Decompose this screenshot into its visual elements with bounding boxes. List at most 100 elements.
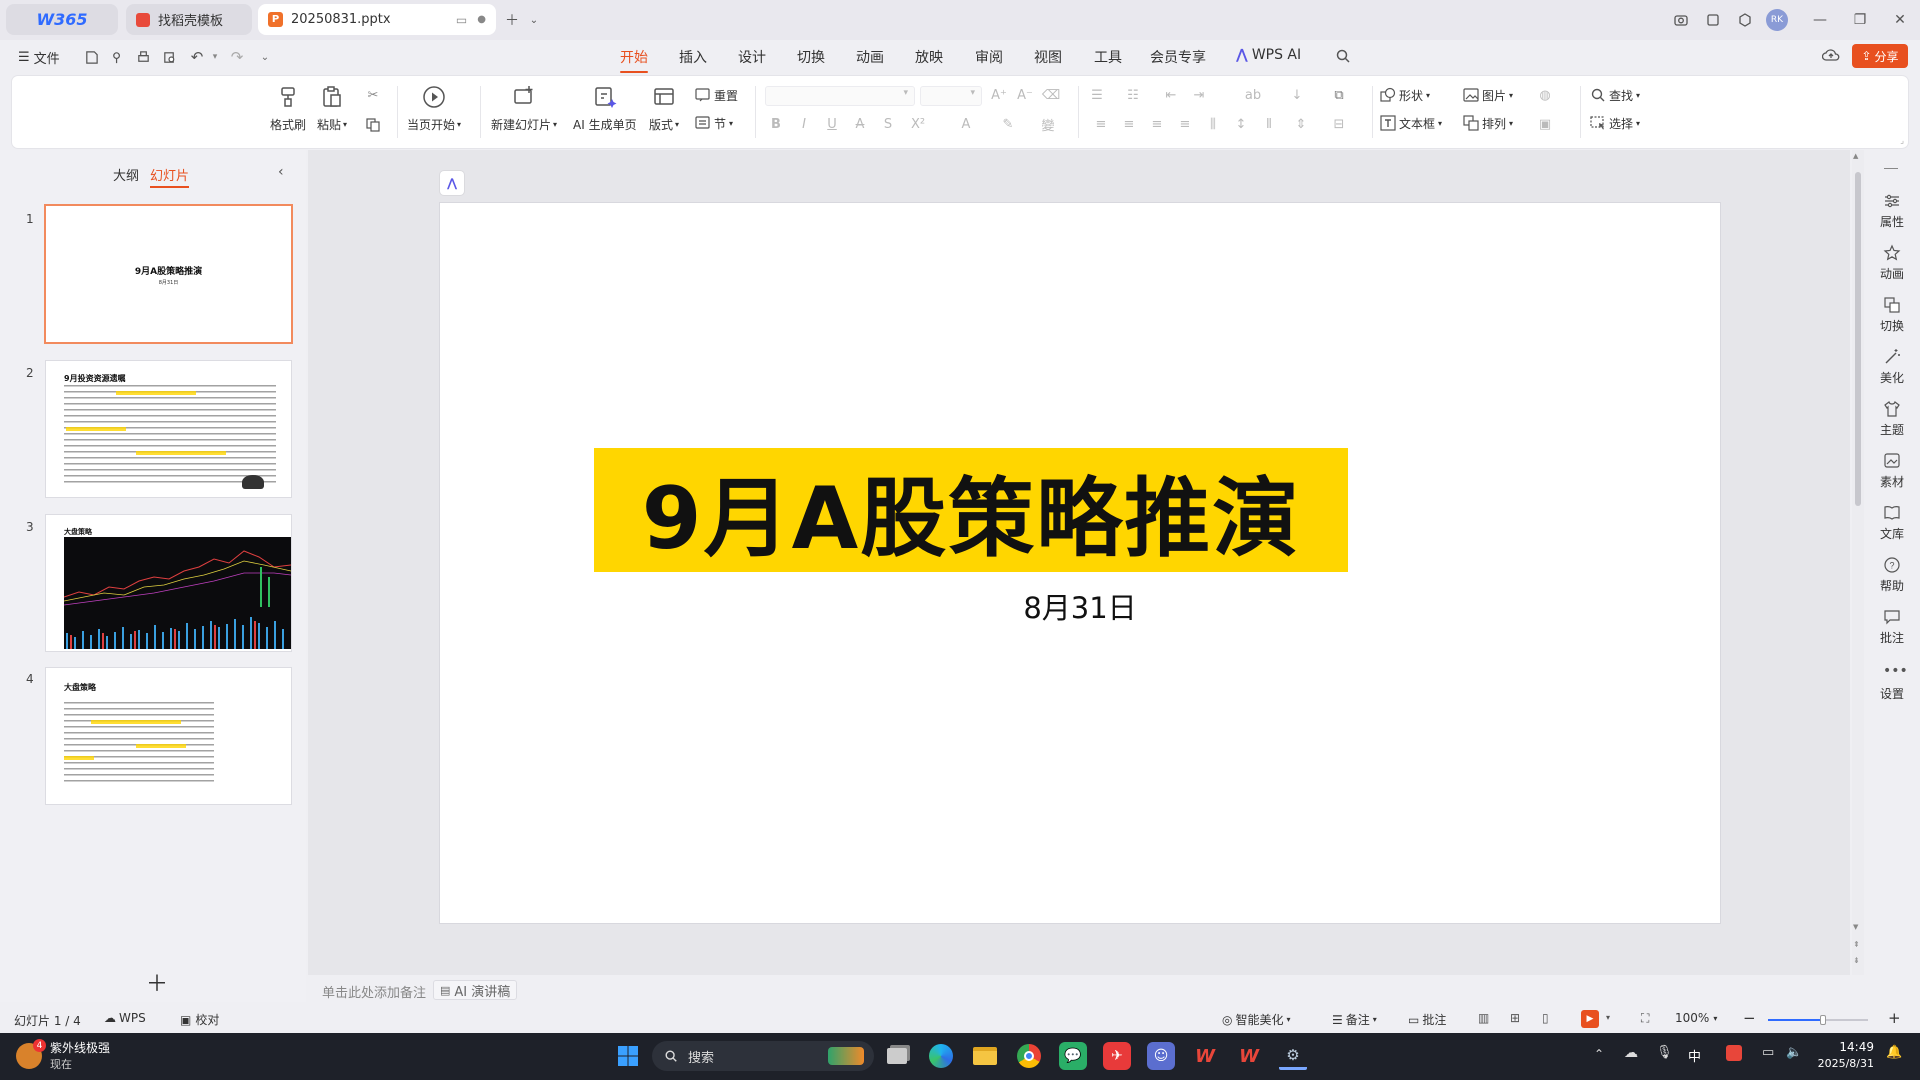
underline-icon[interactable]: U — [823, 115, 841, 133]
scroll-up-icon[interactable]: ▲ — [1853, 152, 1858, 160]
bold-icon[interactable]: B — [767, 115, 785, 133]
new-tab-plus-icon[interactable]: ＋ — [500, 8, 524, 32]
ai-speech-script-button[interactable]: ▤ AI 演讲稿 — [433, 980, 518, 1000]
sidebar-item-transition[interactable]: 切换 — [1864, 296, 1920, 334]
windows-start-icon[interactable] — [614, 1042, 642, 1070]
app-avatar-icon[interactable]: ☺ — [1147, 1042, 1175, 1070]
superscript-icon[interactable]: X² — [909, 115, 927, 133]
ai-single-page-button[interactable]: AI 生成单页 — [573, 84, 637, 133]
scroll-down-icon[interactable]: ▼ — [1853, 923, 1858, 931]
file-menu[interactable]: ☰ 文件 — [18, 48, 60, 67]
increase-indent-icon[interactable]: ⇥ — [1190, 86, 1208, 104]
sogou-ime-icon[interactable] — [1726, 1045, 1742, 1061]
strikethrough-icon[interactable]: A — [851, 115, 869, 133]
wps-ai-assist-icon[interactable]: ⋀ — [440, 171, 464, 195]
highlight-icon[interactable]: ✎ — [999, 115, 1017, 133]
zoom-level-select[interactable]: 100% ▾ — [1675, 1011, 1717, 1025]
font-family-select[interactable]: ▾ — [765, 86, 915, 106]
export-pdf-icon[interactable] — [108, 48, 126, 66]
notification-center-icon[interactable]: 🔔 — [1886, 1045, 1902, 1060]
sidebar-item-library[interactable]: 文库 — [1864, 504, 1920, 542]
new-slide-button[interactable]: 新建幻灯片 ▾ — [491, 84, 557, 133]
tab-wps-ai[interactable]: ⋀ WPS AI — [1236, 47, 1301, 63]
tray-expand-icon[interactable]: ⌃ — [1594, 1047, 1604, 1061]
tab-slides[interactable]: 幻灯片 — [150, 165, 190, 188]
restore-icon[interactable]: ❐ — [1848, 8, 1872, 32]
notes-toggle-button[interactable]: ☰ 备注 ▾ — [1332, 1011, 1377, 1028]
play-from-current-button[interactable]: 当页开始 ▾ — [407, 84, 461, 133]
clock-date[interactable]: 2025/8/31 — [1812, 1057, 1874, 1070]
paragraph-spacing-icon[interactable]: ⇕ — [1292, 115, 1310, 133]
cloud-sync-icon[interactable] — [1822, 46, 1840, 64]
undo-dropdown-icon[interactable]: ▾ — [206, 48, 224, 66]
fill-icon[interactable]: ◍ — [1536, 86, 1554, 104]
collapse-pane-icon[interactable] — [1884, 168, 1898, 169]
slide-title[interactable]: 9月A股策略推演 — [594, 448, 1348, 572]
clear-format-icon[interactable]: ⌫ — [1042, 86, 1060, 104]
distribute-icon[interactable]: ⫼ — [1204, 115, 1222, 133]
shape-button[interactable]: 形状 ▾ — [1380, 85, 1430, 105]
sidebar-item-animation[interactable]: 动画 — [1864, 244, 1920, 282]
comments-toggle-button[interactable]: ▭ 批注 — [1408, 1011, 1446, 1028]
decrease-indent-icon[interactable]: ⇤ — [1162, 86, 1180, 104]
tab-list-chevron-icon[interactable]: ⌄ — [522, 8, 546, 32]
minimize-icon[interactable]: — — [1808, 8, 1832, 32]
sorter-view-icon[interactable]: ⊞ — [1510, 1011, 1520, 1025]
save-icon[interactable] — [82, 48, 100, 66]
slideshow-dropdown-icon[interactable]: ▾ — [1606, 1013, 1610, 1022]
ribbon-expand-icon[interactable]: ⌟ — [1900, 136, 1904, 145]
align-left-icon[interactable]: ≡ — [1092, 115, 1110, 133]
sidebar-item-comments[interactable]: 批注 — [1864, 608, 1920, 646]
char-spacing-icon[interactable]: 變 — [1039, 115, 1057, 134]
font-size-select[interactable]: ▾ — [920, 86, 982, 106]
collapse-panel-icon[interactable]: ‹ — [278, 164, 284, 180]
bullet-list-icon[interactable]: ☰ — [1088, 86, 1106, 104]
reading-view-icon[interactable]: ▯ — [1542, 1011, 1549, 1025]
user-avatar[interactable]: RK — [1766, 9, 1788, 31]
print-icon[interactable] — [134, 48, 152, 66]
reset-button[interactable]: 重置 — [695, 85, 738, 105]
sidebar-item-settings[interactable]: ••• 设置 — [1864, 664, 1920, 702]
slide-thumbnail-3[interactable]: 大盘策略 — [46, 515, 291, 651]
slide-thumbnail-1[interactable]: 9月A股策略推演 8月31日 — [46, 206, 291, 342]
tab-document[interactable]: P 20250831.pptx ▭ ● — [258, 4, 496, 35]
vertical-align-icon[interactable]: ⊟ — [1330, 115, 1348, 133]
increase-font-icon[interactable]: A⁺ — [990, 86, 1008, 104]
textbox-button[interactable]: 文本框 ▾ — [1380, 113, 1442, 133]
tab-outline[interactable]: 大纲 — [113, 165, 139, 184]
slide-thumbnail-2[interactable]: 9月投资资源遗嘱 — [46, 361, 291, 497]
network-icon[interactable]: ▭ — [1762, 1045, 1774, 1060]
wps365-home-tab[interactable]: W365 — [6, 4, 118, 35]
wps-office-icon[interactable]: W — [1191, 1042, 1219, 1070]
slideshow-play-icon[interactable]: ▶ — [1581, 1010, 1599, 1028]
normal-view-icon[interactable]: ▥ — [1478, 1011, 1489, 1025]
microphone-icon[interactable]: 🎙 — [1656, 1045, 1673, 1060]
convert-to-smartart-icon[interactable]: ⧉ — [1330, 86, 1348, 104]
cube-icon[interactable] — [1733, 8, 1757, 32]
copy-icon[interactable] — [364, 116, 382, 134]
window-mode-icon[interactable] — [1701, 8, 1725, 32]
tab-tools[interactable]: 工具 — [1094, 47, 1122, 67]
taskbar-search-box[interactable]: 搜索 — [652, 1041, 874, 1071]
tab-review[interactable]: 审阅 — [975, 47, 1003, 67]
file-explorer-icon[interactable] — [971, 1042, 999, 1070]
app-red-icon[interactable]: ✈ — [1103, 1042, 1131, 1070]
tab-template[interactable]: 找稻壳模板 — [126, 4, 252, 35]
scrollbar-thumb[interactable] — [1855, 172, 1861, 506]
font-color-icon[interactable]: A — [957, 115, 975, 133]
slide-thumbnail-4[interactable]: 大盘策略 — [46, 668, 291, 804]
paste-button[interactable]: 粘贴 ▾ — [317, 84, 347, 133]
zoom-slider-handle[interactable] — [1820, 1015, 1826, 1025]
monitor-icon[interactable]: ▭ — [456, 13, 467, 27]
smart-beautify-button[interactable]: ◎ 智能美化 ▾ — [1222, 1011, 1291, 1028]
justify-icon[interactable]: ≡ — [1176, 115, 1194, 133]
edge-browser-icon[interactable] — [927, 1042, 955, 1070]
tab-slideshow[interactable]: 放映 — [915, 47, 943, 67]
weather-icon[interactable]: 4 — [16, 1039, 46, 1069]
sort-icon[interactable]: ↓ — [1288, 86, 1306, 104]
add-slide-plus-icon[interactable]: ＋ — [146, 966, 168, 998]
customize-toolbar-icon[interactable]: ⌄ — [256, 48, 274, 66]
fit-window-icon[interactable]: ⛶ — [1641, 1011, 1649, 1026]
picture-button[interactable]: 图片 ▾ — [1463, 85, 1513, 105]
share-button[interactable]: ⇪ 分享 — [1852, 44, 1908, 68]
